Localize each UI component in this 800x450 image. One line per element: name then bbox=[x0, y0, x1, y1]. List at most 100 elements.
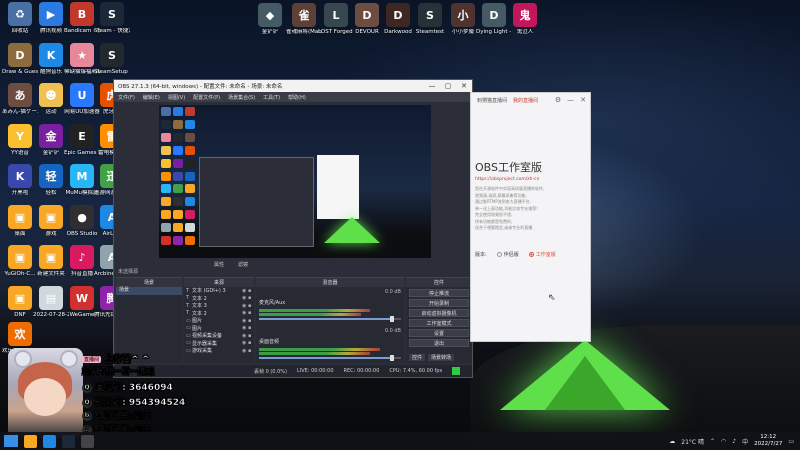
mixer-channel: 麦克风/Aux 0.0 dB bbox=[256, 287, 404, 326]
source-item[interactable]: T 文本 2 ◉ ▪ bbox=[184, 295, 254, 303]
slider-knob[interactable] bbox=[389, 316, 394, 322]
control-button[interactable]: 停止推流 bbox=[409, 289, 469, 297]
app-icon: 雀 bbox=[292, 3, 316, 27]
control-button[interactable]: 启动虚拟摄像机 bbox=[409, 309, 469, 317]
scene-item[interactable]: 场景 bbox=[116, 287, 182, 295]
preview-icon bbox=[185, 197, 195, 207]
obs-titlebar[interactable]: OBS 27.1.3 (64-bit, windows) - 配置文件: 未命名… bbox=[114, 80, 472, 92]
menu-item[interactable]: 视图(V) bbox=[168, 94, 185, 101]
lock-icon[interactable]: ▪ bbox=[248, 295, 254, 301]
lock-icon[interactable]: ▪ bbox=[248, 310, 254, 316]
radio-option-companion[interactable]: 伴侣版 bbox=[496, 251, 519, 258]
edge-icon[interactable] bbox=[43, 434, 56, 448]
radio-option-studio[interactable]: 工作室版 bbox=[528, 251, 556, 258]
volume-slider[interactable] bbox=[259, 355, 401, 361]
app-icon: あ bbox=[8, 83, 32, 107]
lock-icon[interactable]: ▪ bbox=[248, 303, 254, 309]
source-item[interactable]: ▭ 游戏采集 ◉ ▪ bbox=[184, 347, 254, 355]
properties-button[interactable]: 属性 bbox=[214, 261, 224, 268]
close-icon[interactable]: ✕ bbox=[580, 96, 586, 104]
source-item[interactable]: ▭ 图片 ◉ ▪ bbox=[184, 325, 254, 333]
lock-icon[interactable]: ▪ bbox=[248, 333, 254, 339]
slider-knob[interactable] bbox=[389, 355, 394, 361]
menu-item[interactable]: 场景集合(S) bbox=[228, 94, 255, 101]
volume-slider[interactable] bbox=[259, 316, 401, 322]
app-icon: ♪ bbox=[70, 245, 94, 269]
menu-item[interactable]: 编辑(E) bbox=[143, 94, 160, 101]
minimize-icon[interactable]: — bbox=[424, 82, 440, 90]
filters-button[interactable]: 滤镜 bbox=[238, 261, 248, 268]
explorer-icon[interactable] bbox=[24, 434, 37, 448]
desktop-icon[interactable]: 鬼鬼泣人 bbox=[507, 3, 543, 36]
menu-item[interactable]: 帮助(H) bbox=[288, 94, 306, 101]
volume-icon[interactable]: ♪ bbox=[732, 438, 736, 445]
desktop-icon[interactable]: ◆ 金铲铲 bbox=[252, 3, 288, 36]
lock-icon[interactable]: ▪ bbox=[248, 318, 254, 324]
tab-transitions[interactable]: 场景转场 bbox=[428, 354, 455, 361]
tab-controls[interactable]: 控件 bbox=[409, 354, 426, 361]
app-icon: ▣ bbox=[8, 245, 32, 269]
app-icon: ♻ bbox=[8, 2, 32, 26]
settings-icon[interactable]: ⚙ bbox=[555, 96, 561, 104]
start-icon[interactable] bbox=[4, 435, 18, 447]
lock-icon[interactable]: ▪ bbox=[248, 348, 254, 354]
desktop-icon[interactable]: S SteamSetup - 快捷方式 bbox=[94, 43, 130, 76]
obs-window[interactable]: OBS 27.1.3 (64-bit, windows) - 配置文件: 未命名… bbox=[113, 79, 473, 378]
preview-icon bbox=[173, 184, 183, 194]
source-item[interactable]: T 文本 2 ◉ ▪ bbox=[184, 310, 254, 318]
obs-menu-bar: 文件(F) 编辑(E) 视图(V) 配置文件(P) 场景集合(S) 工具(T) 帮助(H) bbox=[114, 92, 472, 102]
lock-icon[interactable]: ▪ bbox=[248, 340, 254, 346]
preview-icon bbox=[161, 210, 171, 220]
menu-item[interactable]: 工具(T) bbox=[263, 94, 280, 101]
preview-icon bbox=[161, 197, 171, 207]
panel-tab-2[interactable]: 我的直播间 bbox=[513, 97, 538, 104]
steam-icon[interactable] bbox=[62, 434, 75, 448]
app-icon: 鬼 bbox=[513, 3, 537, 27]
source-item[interactable]: ▭ 图片 ◉ ▪ bbox=[184, 317, 254, 325]
qq-icon: Q bbox=[82, 397, 92, 408]
level-meter bbox=[259, 348, 380, 351]
menu-item[interactable]: 配置文件(P) bbox=[193, 94, 220, 101]
weather-text[interactable]: 21°C 晴 bbox=[681, 437, 704, 446]
panel-tab-1[interactable]: 刺猬猫直播间 bbox=[477, 97, 507, 104]
menu-item[interactable]: 文件(F) bbox=[118, 94, 135, 101]
status-live: LIVE: 00:00:00 bbox=[296, 368, 334, 374]
source-name: 视频采集设备 bbox=[192, 333, 223, 340]
source-item[interactable]: ▭ 视频采集设备 ◉ ▪ bbox=[184, 332, 254, 340]
chevron-up-icon[interactable]: ⌃ bbox=[710, 438, 715, 445]
control-button[interactable]: 设置 bbox=[409, 329, 469, 337]
status-rec: REC: 00:00:00 bbox=[343, 368, 380, 374]
desktop-icon[interactable]: S Steam - 快捷方式 bbox=[94, 2, 130, 35]
preview-icon-grid bbox=[161, 107, 197, 247]
source-name: 图片 bbox=[192, 325, 203, 332]
desktop-icon[interactable]: D Darkwood bbox=[380, 3, 416, 36]
lock-icon[interactable]: ▪ bbox=[248, 288, 254, 294]
preview-toolbar: 属性 滤镜 bbox=[214, 261, 248, 268]
panel-description: 是在开源软件中实现高质量直播的软件, 视频源,录屏,屏幕采集等功能, 通过推RTMP… bbox=[471, 186, 590, 232]
qq-icon: Q bbox=[82, 382, 92, 393]
control-button[interactable]: 退出 bbox=[409, 339, 469, 347]
lock-icon[interactable]: ▪ bbox=[248, 325, 254, 331]
obs-icon[interactable] bbox=[81, 434, 94, 448]
control-button[interactable]: 工作室模式 bbox=[409, 319, 469, 327]
notification-icon[interactable]: ▭ bbox=[788, 438, 794, 445]
app-icon: ▤ bbox=[39, 286, 63, 310]
obs-install-panel[interactable]: 刺猬猫直播间 我的直播间 ⚙ — ✕ OBS工作室版 https://obspr… bbox=[470, 92, 591, 342]
close-icon[interactable]: ✕ bbox=[456, 82, 472, 90]
clock[interactable]: 12:12 2022/7/27 bbox=[754, 434, 782, 448]
obs-preview[interactable] bbox=[159, 105, 431, 258]
weather-icon[interactable]: ☁ bbox=[669, 438, 675, 445]
source-item[interactable]: T 文本 3 ◉ ▪ bbox=[184, 302, 254, 310]
preview-icon bbox=[185, 145, 195, 155]
panel-link[interactable]: https://obsproject.com/zh-cn bbox=[471, 177, 590, 182]
minimize-icon[interactable]: — bbox=[567, 96, 574, 104]
network-icon[interactable]: ◠ bbox=[721, 438, 726, 445]
maximize-icon[interactable]: ▢ bbox=[440, 82, 456, 90]
desktop-icon[interactable]: 雀雀魂麻将(Mahjong... bbox=[286, 3, 322, 36]
source-item[interactable]: ▭ 显示器采集 ◉ ▪ bbox=[184, 340, 254, 348]
control-button[interactable]: 开始录制 bbox=[409, 299, 469, 307]
source-item[interactable]: T 文本 (GDI+) 3 ◉ ▪ bbox=[184, 287, 254, 295]
preview-icon bbox=[173, 171, 183, 181]
desktop-icon[interactable]: S Steamtest bbox=[412, 3, 448, 36]
ime-indicator[interactable]: 中 bbox=[742, 437, 748, 446]
